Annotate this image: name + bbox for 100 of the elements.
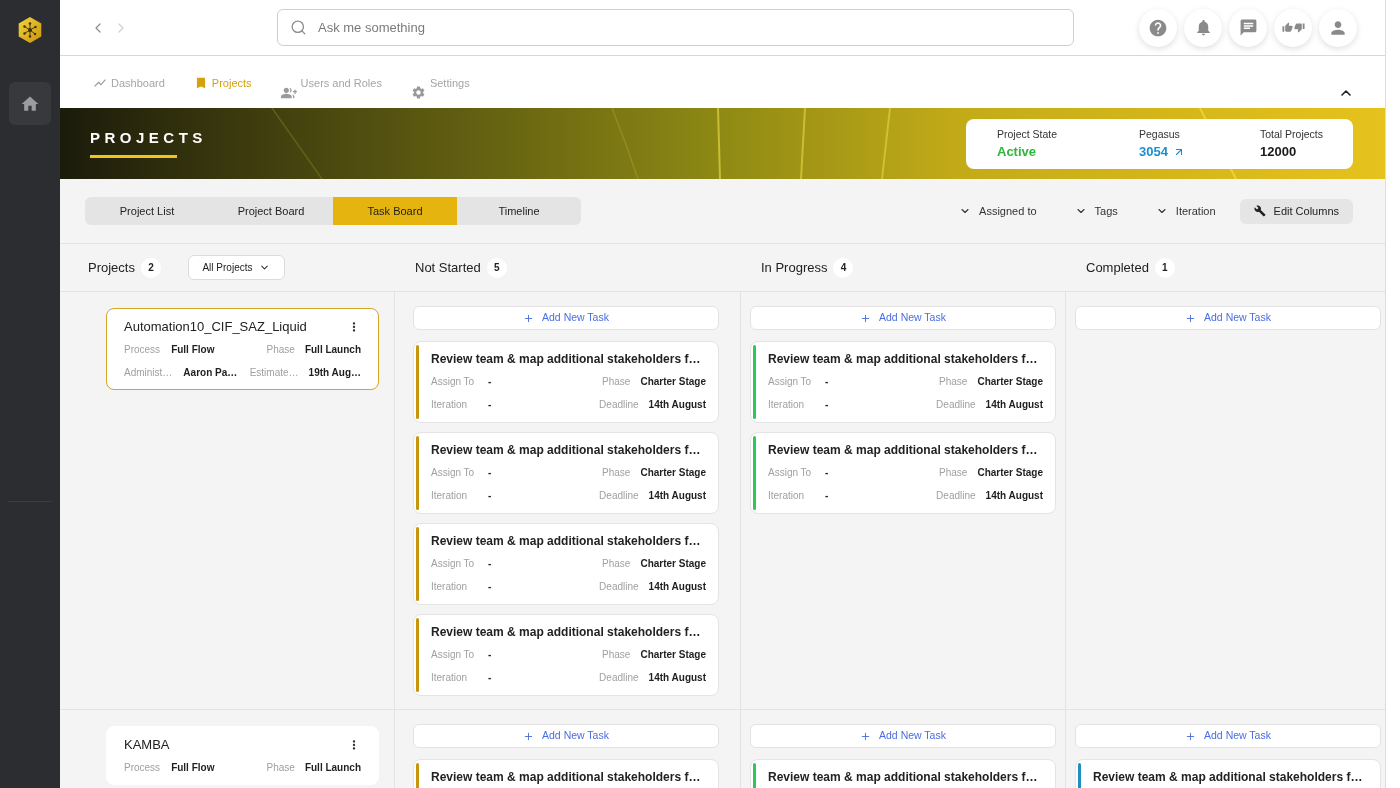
column-title: In Progress: [761, 258, 828, 277]
field-label: Phase: [939, 375, 968, 389]
edit-columns-button[interactable]: Edit Columns: [1239, 198, 1353, 224]
view-tab[interactable]: Project List: [85, 197, 209, 225]
stat-link[interactable]: 3054: [1139, 143, 1185, 160]
add-task-button[interactable]: Add New Task: [750, 724, 1056, 748]
field-value: 14th August: [985, 489, 1043, 503]
task-card[interactable]: Review team & map additional stakeholders f… Assign To - Phase Charter Stage Iteration - Deadline 14th August: [413, 341, 719, 423]
field-label: Assign To: [431, 648, 476, 662]
hexagon-logo-icon[interactable]: [18, 17, 42, 43]
thumbs-up-icon: [1281, 22, 1293, 33]
field-value: Full Launch: [304, 761, 361, 775]
field-value: -: [825, 375, 829, 389]
filter-dropdown[interactable]: Assigned to: [959, 202, 1037, 220]
task-card[interactable]: Review team & map additional stakeholders f…: [750, 759, 1056, 788]
field-value: Charter Stage: [977, 466, 1043, 480]
help-button[interactable]: [1139, 8, 1177, 47]
profile-button[interactable]: [1319, 8, 1357, 47]
help-icon: [1148, 17, 1168, 38]
messages-button[interactable]: [1229, 8, 1267, 47]
field-label: Phase: [939, 466, 968, 480]
field-value: 14th August: [648, 398, 706, 412]
field-label: Iteration: [768, 489, 806, 503]
count-badge: 2: [140, 257, 161, 278]
add-task-button[interactable]: Add New Task: [1075, 724, 1381, 748]
notifications-button[interactable]: [1184, 8, 1222, 47]
field-label: Assign To: [431, 375, 476, 389]
field-value: 14th August: [648, 489, 706, 503]
field-value: -: [488, 489, 492, 503]
plus-icon: [860, 312, 872, 324]
plus-icon: [1185, 312, 1197, 324]
settings-icon: [410, 85, 426, 100]
task-card[interactable]: Review team & map additional stakeholders f…: [413, 759, 719, 788]
project-card[interactable]: Automation10_CIF_SAZ_Liquid Process Full Flow Phase Full Launch Administ… Aaron Pa… Estimate… 19th Aug…: [106, 308, 379, 390]
field-value: -: [488, 375, 492, 389]
field-value: Charter Stage: [977, 375, 1043, 389]
field-value: -: [488, 398, 492, 412]
field-label: Deadline: [599, 398, 639, 412]
search-field[interactable]: Ask me something: [277, 9, 1074, 46]
field-label: Phase: [602, 648, 631, 662]
field-value: -: [488, 648, 492, 662]
column-title: Not Started: [415, 258, 481, 277]
add-task-button[interactable]: Add New Task: [413, 306, 719, 330]
chat-icon: [1238, 18, 1258, 37]
field-label: Iteration: [431, 580, 469, 594]
field-label: Deadline: [599, 580, 639, 594]
field-label: Iteration: [431, 671, 469, 685]
task-card[interactable]: Review team & map additional stakeholders f…: [1075, 759, 1381, 788]
field-label: Process: [124, 761, 161, 775]
search-icon: [290, 19, 307, 36]
field-label: Deadline: [599, 671, 639, 685]
field-label: Assign To: [768, 375, 813, 389]
column-title: Projects: [88, 258, 135, 277]
add-task-button[interactable]: Add New Task: [750, 306, 1056, 330]
project-card[interactable]: KAMBA Process Full Flow Phase Full Launch: [106, 726, 379, 785]
project-name: Automation10_CIF_SAZ_Liquid: [124, 320, 307, 334]
field-value: Charter Stage: [640, 466, 706, 480]
field-value: Charter Stage: [640, 375, 706, 389]
field-label: Assign To: [431, 557, 476, 571]
task-title: Review team & map additional stakeholders f…: [768, 770, 1039, 784]
filter-dropdown[interactable]: Tags: [1074, 202, 1118, 220]
view-tab[interactable]: Project Board: [209, 197, 333, 225]
stat-label: Total Projects: [1260, 127, 1324, 141]
field-value: Full Flow: [171, 761, 215, 775]
field-label: Phase: [266, 343, 295, 357]
task-title: Review team & map additional stakeholders f…: [431, 770, 702, 784]
field-label: Process: [124, 343, 161, 357]
field-value: 14th August: [985, 398, 1043, 412]
field-value: 14th August: [648, 580, 706, 594]
column-title: Completed: [1086, 258, 1149, 277]
task-title: Review team & map additional stakeholders f…: [768, 352, 1039, 366]
view-tab[interactable]: Task Board: [333, 197, 457, 225]
field-label: Iteration: [431, 489, 469, 503]
task-title: Review team & map additional stakeholders f…: [431, 352, 702, 366]
field-label: Estimate…: [249, 366, 299, 380]
stat-value: 12000: [1260, 143, 1297, 160]
field-label: Deadline: [936, 398, 976, 412]
task-card[interactable]: Review team & map additional stakeholders f… Assign To - Phase Charter Stage Iteration - Deadline 14th August: [413, 614, 719, 696]
add-task-button[interactable]: Add New Task: [413, 724, 719, 748]
field-value: -: [825, 489, 829, 503]
add-task-button[interactable]: Add New Task: [1075, 306, 1381, 330]
task-card[interactable]: Review team & map additional stakeholders f… Assign To - Phase Charter Stage Iteration - Deadline 14th August: [413, 432, 719, 514]
task-card[interactable]: Review team & map additional stakeholders f… Assign To - Phase Charter Stage Iteration - Deadline 14th August: [750, 432, 1056, 514]
projects-dropdown[interactable]: All Projects: [187, 255, 285, 280]
thumbs-down-icon: [1293, 22, 1305, 33]
task-card[interactable]: Review team & map additional stakeholders f… Assign To - Phase Charter Stage Iteration - Deadline 14th August: [750, 341, 1056, 423]
field-value: -: [488, 557, 492, 571]
field-value: Aaron Pa…: [183, 366, 238, 380]
home-button[interactable]: [9, 82, 51, 125]
field-label: Phase: [602, 466, 631, 480]
chevron-down-icon: [259, 262, 271, 273]
task-card[interactable]: Review team & map additional stakeholders f… Assign To - Phase Charter Stage Iteration - Deadline 14th August: [413, 523, 719, 605]
field-label: Phase: [602, 375, 631, 389]
field-value: -: [825, 398, 829, 412]
feedback-button[interactable]: [1274, 8, 1312, 47]
task-title: Review team & map additional stakeholders f…: [431, 443, 702, 457]
field-label: Phase: [602, 557, 631, 571]
view-tab[interactable]: Timeline: [457, 197, 581, 225]
stat-label: Project State: [997, 127, 1058, 141]
filter-dropdown[interactable]: Iteration: [1155, 202, 1216, 220]
